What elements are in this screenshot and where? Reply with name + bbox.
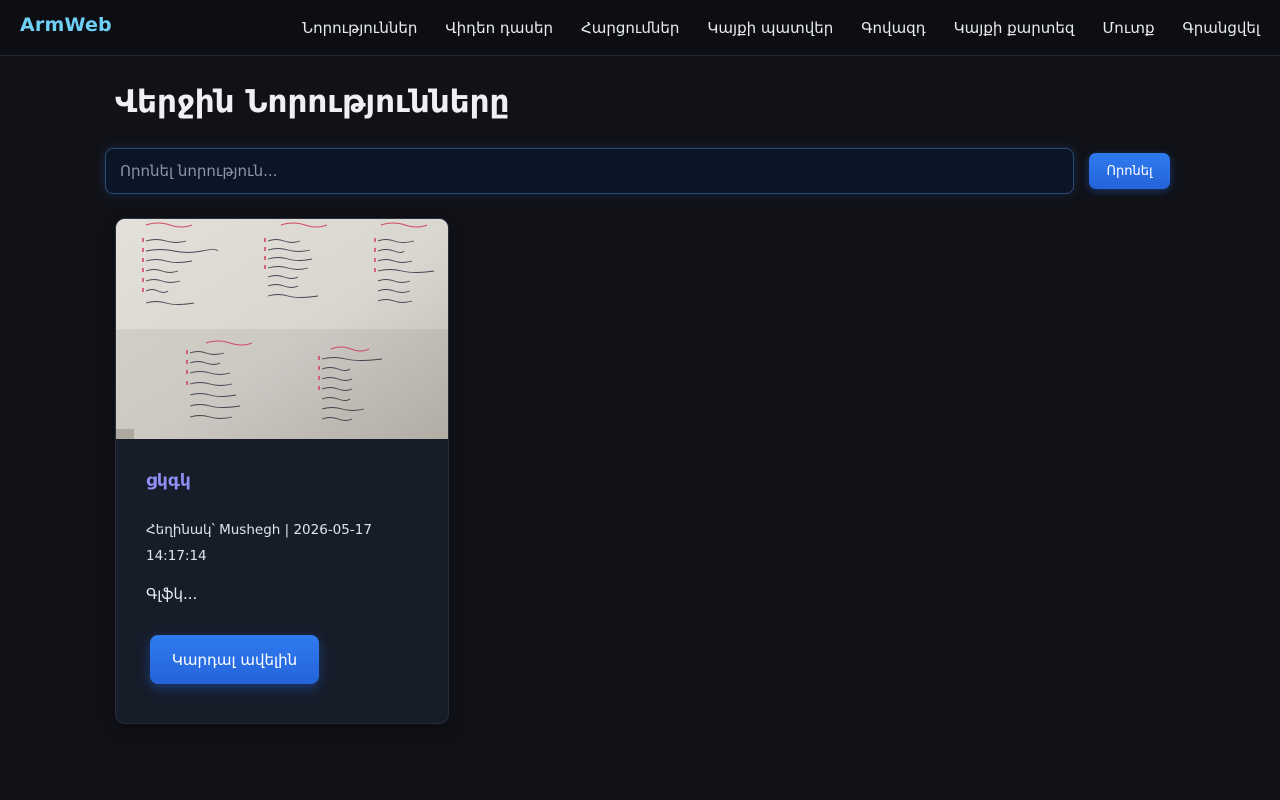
brand-logo[interactable]: ArmWeb xyxy=(20,14,112,36)
handwritten-notes-photo-icon[interactable] xyxy=(116,219,448,439)
nav-site-order[interactable]: Կայքի պատվեր xyxy=(707,19,833,37)
read-more-button[interactable]: Կարդալ ավելին xyxy=(150,635,319,684)
card-title[interactable]: ցկգկ xyxy=(146,471,191,491)
search-button[interactable]: Որոնել xyxy=(1089,153,1170,189)
nav-register[interactable]: Գրանցվել xyxy=(1182,19,1260,37)
card-excerpt: Գլֆկ... xyxy=(146,585,198,603)
page-title: Վերջին Նորությունները xyxy=(115,84,510,120)
nav-sitemap[interactable]: Կայքի քարտեզ xyxy=(954,19,1075,37)
top-navbar: ArmWeb Նորություններ Վիդեո դասեր Հարցում… xyxy=(0,0,1280,56)
nav-advertising[interactable]: Գովազդ xyxy=(861,19,925,37)
nav-login[interactable]: Մուտք xyxy=(1102,19,1154,37)
card-meta: Հեղինակ՝ Mushegh | 2026-05-17 14:17:14 xyxy=(146,522,372,564)
search-input[interactable] xyxy=(105,148,1074,194)
news-card: ցկգկ Հեղինակ՝ Mushegh | 2026-05-17 14:17… xyxy=(115,218,449,724)
main-nav: Նորություններ Վիդեո դասեր Հարցումներ Կայ… xyxy=(302,0,1260,56)
nav-video-lessons[interactable]: Վիդեո դասեր xyxy=(445,19,553,37)
nav-news[interactable]: Նորություններ xyxy=(302,19,417,37)
nav-polls[interactable]: Հարցումներ xyxy=(581,19,679,37)
